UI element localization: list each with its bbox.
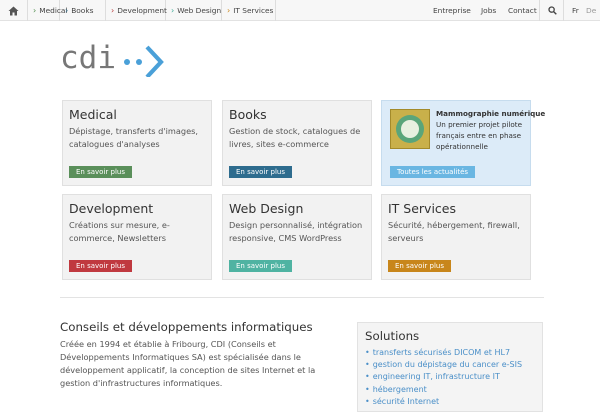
nav-entreprise[interactable]: Entreprise xyxy=(433,0,471,21)
nav-web-design-label: Web Design xyxy=(177,6,222,15)
card-title: Development xyxy=(69,201,154,216)
solutions-box: Solutions • transferts sécurisés DICOM et… xyxy=(357,322,543,412)
chevron-right-icon: › xyxy=(33,5,37,15)
home-icon xyxy=(8,6,19,15)
nav-books[interactable]: › Books xyxy=(60,0,106,21)
logo-text: cdi xyxy=(60,40,116,76)
card-description: Dépistage, transferts d'images, catalogu… xyxy=(69,126,198,149)
news-text: Un premier projet pilote français entre … xyxy=(436,120,523,151)
nav-medical[interactable]: › Medical xyxy=(28,0,68,21)
list-item[interactable]: • transferts sécurisés DICOM et HL7 xyxy=(365,347,522,359)
bullet-icon: • xyxy=(365,372,370,382)
card-description: Design personnalisé, intégration respons… xyxy=(229,220,363,243)
it-services-more-button[interactable]: En savoir plus xyxy=(388,260,451,272)
card-description: Créations sur mesure, e-commerce, Newsle… xyxy=(69,220,170,243)
solutions-list: • transferts sécurisés DICOM et HL7 • gest… xyxy=(365,347,522,408)
card-books: Books Gestion de stock, catalogues de li… xyxy=(222,100,372,186)
web-design-more-button[interactable]: En savoir plus xyxy=(229,260,292,272)
divider xyxy=(563,0,564,21)
list-item[interactable]: • engineering IT, infrastructure IT xyxy=(365,371,522,383)
card-title: Medical xyxy=(69,107,117,122)
lang-de[interactable]: De xyxy=(586,0,596,21)
news-title[interactable]: Mammographie numérique xyxy=(436,109,545,118)
solutions-title: Solutions xyxy=(365,329,420,343)
card-description: Gestion de stock, catalogues de livres, … xyxy=(229,126,361,149)
search-icon xyxy=(548,6,557,15)
chevron-right-icon: › xyxy=(171,5,175,15)
nav-it-services[interactable]: › IT Services xyxy=(222,0,276,21)
all-news-button[interactable]: Toutes les actualités xyxy=(390,166,476,178)
card-development: Development Créations sur mesure, e-comm… xyxy=(62,194,212,280)
chevron-right-icon: › xyxy=(65,5,69,15)
card-it-services: IT Services Sécurité, hébergement, firew… xyxy=(381,194,531,280)
bullet-icon: • xyxy=(365,396,370,406)
card-web-design: Web Design Design personnalisé, intégrat… xyxy=(222,194,372,280)
card-title: Web Design xyxy=(229,201,304,216)
books-more-button[interactable]: En savoir plus xyxy=(229,166,292,178)
development-more-button[interactable]: En savoir plus xyxy=(69,260,132,272)
news-image[interactable] xyxy=(390,109,430,149)
card-news: Mammographie numérique Un premier projet… xyxy=(381,100,545,186)
nav-jobs[interactable]: Jobs xyxy=(481,0,496,21)
medical-more-button[interactable]: En savoir plus xyxy=(69,166,132,178)
search-button[interactable] xyxy=(548,0,557,21)
about-heading: Conseils et développements informatiques xyxy=(60,320,313,334)
home-link[interactable] xyxy=(0,0,28,21)
bullet-icon: • xyxy=(365,384,370,394)
top-navigation-bar: › Medical › Books › Development › Web De… xyxy=(0,0,600,21)
card-title: Books xyxy=(229,107,267,122)
nav-books-label: Books xyxy=(71,6,94,15)
list-item[interactable]: • sécurité Internet xyxy=(365,396,522,408)
bullet-icon: • xyxy=(365,348,370,357)
nav-web-design[interactable]: › Web Design xyxy=(166,0,222,21)
divider xyxy=(539,0,540,21)
list-item[interactable]: • hébergement xyxy=(365,384,522,396)
nav-development-label: Development xyxy=(117,6,167,15)
section-divider xyxy=(60,297,544,298)
chevron-right-icon: › xyxy=(227,5,231,15)
list-item[interactable]: • gestion du dépistage du cancer e-SIS xyxy=(365,359,522,371)
card-title: IT Services xyxy=(388,201,457,216)
lang-fr[interactable]: Fr xyxy=(572,0,579,21)
nav-it-services-label: IT Services xyxy=(233,6,274,15)
chevron-right-icon: › xyxy=(111,5,115,15)
card-medical: Medical Dépistage, transferts d'images, … xyxy=(62,100,212,186)
card-description: Sécurité, hébergement, firewall, serveur… xyxy=(388,220,520,243)
logo-arrow-icon xyxy=(124,45,164,77)
nav-development[interactable]: › Development xyxy=(106,0,167,21)
bullet-icon: • xyxy=(365,360,370,370)
about-text: Créée en 1994 et établie à Fribourg, CDI… xyxy=(60,339,316,388)
nav-contact[interactable]: Contact xyxy=(508,0,537,21)
